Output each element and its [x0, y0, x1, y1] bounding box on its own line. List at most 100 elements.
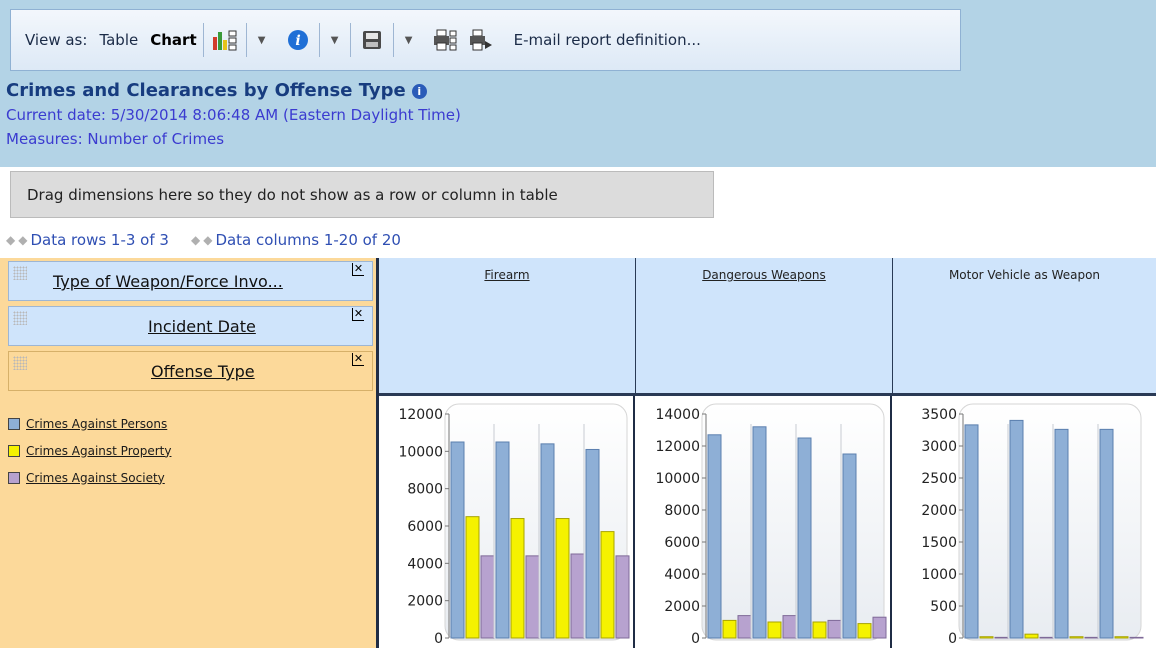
- bar[interactable]: [615, 555, 630, 639]
- rows-prev-arrow-icon[interactable]: ◆: [6, 233, 15, 247]
- column-header-motor-vehicle[interactable]: Motor Vehicle as Weapon: [893, 258, 1156, 396]
- y-tick-label: 6000: [664, 535, 700, 551]
- bar[interactable]: [555, 518, 570, 639]
- info-dropdown-icon[interactable]: ▼: [326, 23, 344, 57]
- bar[interactable]: [600, 531, 615, 639]
- chart-type-dropdown-icon[interactable]: ▼: [253, 23, 271, 57]
- bar[interactable]: [737, 615, 752, 639]
- bar[interactable]: [1099, 428, 1114, 639]
- legend-item[interactable]: Crimes Against Society: [8, 464, 171, 491]
- chart-panel-background: [701, 403, 885, 641]
- current-date-text: Current date: 5/30/2014 8:06:48 AM (East…: [6, 106, 461, 124]
- view-table-option[interactable]: Table: [99, 31, 138, 49]
- filter-drop-area[interactable]: Drag dimensions here so they do not show…: [10, 171, 714, 218]
- bar[interactable]: [495, 441, 510, 639]
- y-tick-label: 6000: [407, 519, 443, 535]
- row-dimension-label[interactable]: Incident Date: [148, 317, 256, 336]
- title-info-icon[interactable]: i: [411, 84, 427, 99]
- bar[interactable]: [857, 623, 872, 639]
- filter-drop-area-text: Drag dimensions here so they do not show…: [27, 185, 558, 204]
- svg-text:i: i: [295, 33, 300, 49]
- row-dimension-offense-type[interactable]: Offense Type ✕: [8, 351, 373, 391]
- column-header-label[interactable]: Dangerous Weapons: [636, 268, 892, 282]
- y-tick-label: 2500: [921, 471, 957, 487]
- bar[interactable]: [842, 453, 857, 639]
- bar[interactable]: [812, 621, 827, 639]
- columns-next-arrow-icon[interactable]: ◆: [203, 233, 212, 247]
- y-tick-label: 0: [434, 631, 443, 647]
- bar[interactable]: [465, 516, 480, 639]
- chart-type-icon[interactable]: [210, 23, 240, 57]
- row-dimension-incident-date[interactable]: Incident Date ✕: [8, 306, 373, 346]
- bar[interactable]: [827, 619, 842, 639]
- row-dimension-label[interactable]: Offense Type: [151, 362, 255, 381]
- toolbar-separator: [392, 23, 394, 57]
- legend-label[interactable]: Crimes Against Property: [26, 444, 171, 458]
- view-chart-option[interactable]: Chart: [150, 31, 196, 49]
- column-header-dangerous-weapons[interactable]: Dangerous Weapons: [636, 258, 893, 396]
- column-header-label[interactable]: Motor Vehicle as Weapon: [893, 268, 1156, 282]
- bar[interactable]: [797, 437, 812, 639]
- legend-item[interactable]: Crimes Against Persons: [8, 410, 171, 437]
- bar[interactable]: [450, 441, 465, 639]
- legend-item[interactable]: Crimes Against Property: [8, 437, 171, 464]
- bar[interactable]: [752, 426, 767, 639]
- row-dimension-label[interactable]: Type of Weapon/Force Invo...: [53, 272, 283, 291]
- remove-dimension-icon[interactable]: ✕: [352, 263, 364, 276]
- print-preview-icon[interactable]: [466, 23, 496, 57]
- drag-handle-icon[interactable]: [13, 311, 27, 325]
- bar[interactable]: [979, 636, 994, 639]
- bar[interactable]: [480, 555, 495, 639]
- bar[interactable]: [525, 555, 540, 639]
- bar[interactable]: [540, 443, 555, 639]
- bar[interactable]: [964, 424, 979, 639]
- y-tick-label: 4000: [407, 556, 443, 572]
- toolbar-separator: [349, 23, 351, 57]
- legend-label[interactable]: Crimes Against Persons: [26, 417, 167, 431]
- bar[interactable]: [782, 615, 797, 639]
- bar[interactable]: [1009, 419, 1024, 639]
- toolbar-separator: [318, 23, 320, 57]
- chart-legend: Crimes Against Persons Crimes Against Pr…: [8, 410, 171, 491]
- save-icon[interactable]: [357, 23, 387, 57]
- drag-handle-icon[interactable]: [13, 356, 27, 370]
- bar[interactable]: [722, 619, 737, 639]
- legend-label[interactable]: Crimes Against Society: [26, 471, 165, 485]
- y-tick-label: 14000: [655, 407, 700, 423]
- y-tick-label: 12000: [398, 407, 443, 423]
- bar[interactable]: [1069, 636, 1084, 639]
- info-icon[interactable]: i: [283, 23, 313, 57]
- rows-next-arrow-icon[interactable]: ◆: [18, 233, 27, 247]
- bar[interactable]: [1039, 636, 1054, 639]
- y-tick-label: 1500: [921, 535, 957, 551]
- column-header-firearm[interactable]: Firearm: [379, 258, 636, 396]
- bar[interactable]: [1129, 636, 1144, 639]
- email-report-definition-link[interactable]: E-mail report definition...: [514, 31, 701, 49]
- column-header-label[interactable]: Firearm: [379, 268, 635, 282]
- remove-dimension-icon[interactable]: ✕: [352, 353, 364, 366]
- row-dimension-weapon-type[interactable]: Type of Weapon/Force Invo... ✕: [8, 261, 373, 301]
- y-tick-label: 1000: [921, 567, 957, 583]
- columns-prev-arrow-icon[interactable]: ◆: [191, 233, 200, 247]
- report-title: Crimes and Clearances by Offense Type i: [6, 80, 427, 101]
- remove-dimension-icon[interactable]: ✕: [352, 308, 364, 321]
- bar[interactable]: [707, 434, 722, 639]
- y-tick-label: 8000: [407, 482, 443, 498]
- bar[interactable]: [585, 448, 600, 639]
- bar[interactable]: [1114, 636, 1129, 639]
- print-table-icon[interactable]: [430, 23, 460, 57]
- bar[interactable]: [767, 621, 782, 639]
- bar[interactable]: [1054, 428, 1069, 639]
- view-as-label: View as:: [25, 31, 88, 49]
- toolbar-separator: [245, 23, 247, 57]
- bar[interactable]: [510, 518, 525, 639]
- bar[interactable]: [872, 616, 887, 639]
- column-divider: [633, 396, 635, 648]
- bar[interactable]: [994, 636, 1009, 639]
- bar[interactable]: [1024, 633, 1039, 639]
- bar[interactable]: [1084, 636, 1099, 639]
- y-tick-label: 10000: [655, 471, 700, 487]
- drag-handle-icon[interactable]: [13, 266, 27, 280]
- bar[interactable]: [570, 553, 585, 639]
- save-dropdown-icon[interactable]: ▼: [400, 23, 418, 57]
